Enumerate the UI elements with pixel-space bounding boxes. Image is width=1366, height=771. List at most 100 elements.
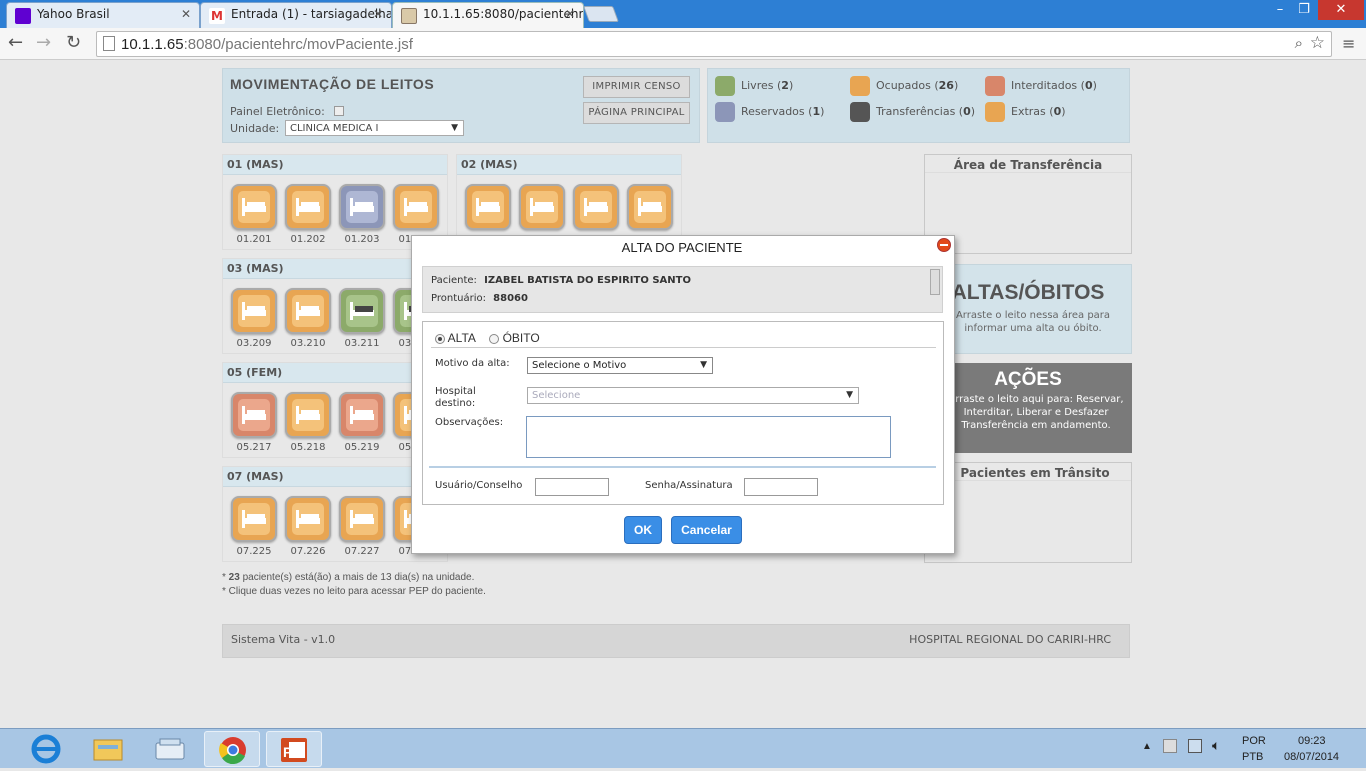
hospital-select[interactable]: Selecione ▼ bbox=[527, 387, 859, 404]
painel-checkbox[interactable] bbox=[334, 106, 344, 116]
bed-label: 03.211 bbox=[344, 338, 380, 349]
volume-icon[interactable]: 🔈︎ bbox=[1212, 737, 1220, 754]
clock-time[interactable]: 09:23 bbox=[1298, 735, 1326, 747]
tab-yahoo[interactable]: Yahoo Brasil ✕ bbox=[6, 2, 200, 28]
bed-icon bbox=[296, 198, 320, 216]
altas-obitos-dropzone[interactable]: ALTAS/ÓBITOS Arraste o leito nessa área … bbox=[924, 264, 1132, 354]
keyboard-layout[interactable]: PTB bbox=[1242, 751, 1263, 763]
transfer-area[interactable]: Área de Transferência bbox=[924, 154, 1132, 254]
acoes-dropzone[interactable]: AÇÕES Arraste o leito aqui para: Reserva… bbox=[924, 363, 1132, 453]
bed-tile[interactable] bbox=[231, 496, 277, 542]
radio-alta[interactable] bbox=[435, 333, 445, 344]
usuario-label: Usuário/Conselho bbox=[435, 480, 523, 491]
internet-explorer-icon[interactable] bbox=[18, 731, 74, 767]
bed-tile[interactable] bbox=[339, 392, 385, 438]
bed-tile[interactable] bbox=[393, 184, 439, 230]
observacoes-textarea[interactable] bbox=[526, 416, 891, 458]
bed-label: 05.218 bbox=[290, 442, 326, 453]
network-icon[interactable] bbox=[1188, 739, 1202, 753]
prontuario-label: Prontuário: bbox=[431, 293, 486, 304]
print-census-button[interactable]: IMPRIMIR CENSO bbox=[583, 76, 690, 98]
window-close-icon[interactable]: ✕ bbox=[1318, 0, 1364, 20]
bed-tile[interactable] bbox=[285, 288, 331, 334]
footnote-line2: * Clique duas vezes no leito para acessa… bbox=[222, 586, 486, 597]
powerpoint-icon[interactable]: P bbox=[266, 731, 322, 767]
close-icon[interactable] bbox=[937, 238, 951, 252]
home-page-button[interactable]: PÁGINA PRINCIPAL bbox=[583, 102, 690, 124]
prontuario-value: 88060 bbox=[493, 293, 528, 304]
bed-label: 07.226 bbox=[290, 546, 326, 557]
bed-icon bbox=[296, 406, 320, 424]
bed-icon bbox=[638, 198, 662, 216]
menu-icon[interactable]: ≡ bbox=[1342, 34, 1355, 53]
action-center-icon[interactable] bbox=[1163, 739, 1177, 753]
bed-tile[interactable] bbox=[573, 184, 619, 230]
bed-tile[interactable] bbox=[339, 496, 385, 542]
transit-area[interactable]: Pacientes em Trânsito bbox=[924, 462, 1132, 563]
footnotes: * 23 paciente(s) está(ão) a mais de 13 d… bbox=[222, 571, 486, 599]
bed-label: 05.217 bbox=[236, 442, 272, 453]
bed-tile[interactable] bbox=[231, 392, 277, 438]
unidade-select[interactable]: CLINICA MEDICA I ▼ bbox=[285, 120, 464, 136]
paciente-label: Paciente: bbox=[431, 275, 477, 286]
bed-tile[interactable] bbox=[339, 288, 385, 334]
tab-paciente[interactable]: 10.1.1.65:8080/pacientehrc ✕ bbox=[392, 2, 584, 28]
bed-tile[interactable] bbox=[285, 496, 331, 542]
scanner-icon[interactable] bbox=[142, 731, 198, 767]
chevron-down-icon: ▼ bbox=[700, 360, 707, 370]
unidade-label: Unidade: bbox=[230, 122, 280, 135]
address-bar[interactable]: 10.1.1.65:8080/pacientehrc/movPaciente.j… bbox=[96, 31, 1332, 57]
bed-label: 07.227 bbox=[344, 546, 380, 557]
show-hidden-icons[interactable]: ▲ bbox=[1142, 741, 1152, 752]
chrome-icon[interactable] bbox=[204, 731, 260, 767]
language-indicator[interactable]: POR bbox=[1242, 735, 1266, 747]
bed-tile[interactable] bbox=[285, 392, 331, 438]
ward-title: 02 (MAS) bbox=[457, 155, 681, 175]
senha-input[interactable] bbox=[744, 478, 818, 496]
page-icon bbox=[401, 8, 417, 24]
radio-obito[interactable] bbox=[489, 333, 500, 344]
bed-icon bbox=[350, 406, 374, 424]
bed-label: 01.203 bbox=[344, 234, 380, 245]
acoes-text: Arraste o leito aqui para: Reservar, Int… bbox=[948, 394, 1124, 431]
bed-icon bbox=[296, 302, 320, 320]
url-host: 10.1.1.65 bbox=[121, 36, 184, 53]
bed-tile[interactable] bbox=[339, 184, 385, 230]
motivo-select[interactable]: Selecione o Motivo ▼ bbox=[527, 357, 713, 374]
bed-label: 07.225 bbox=[236, 546, 272, 557]
bed-tile[interactable] bbox=[285, 184, 331, 230]
new-tab-button[interactable] bbox=[583, 6, 619, 22]
close-icon[interactable]: ✕ bbox=[373, 7, 383, 21]
scrollbar[interactable] bbox=[930, 269, 940, 295]
restore-icon[interactable]: ❐ bbox=[1292, 0, 1316, 20]
close-icon[interactable]: ✕ bbox=[181, 7, 191, 21]
chevron-down-icon: ▼ bbox=[451, 123, 458, 133]
bed-tile[interactable] bbox=[231, 184, 277, 230]
unidade-value: CLINICA MEDICA I bbox=[290, 123, 379, 134]
tab-gmail[interactable]: M Entrada (1) - tarsiagadelha ✕ bbox=[200, 2, 392, 28]
reload-icon[interactable]: ↻ bbox=[66, 32, 81, 53]
motivo-label: Motivo da alta: bbox=[435, 358, 510, 369]
bed-tile[interactable] bbox=[627, 184, 673, 230]
bed-icon bbox=[242, 406, 266, 424]
usuario-input[interactable] bbox=[535, 478, 609, 496]
bed-label: 01.202 bbox=[290, 234, 326, 245]
cancel-button[interactable]: Cancelar bbox=[671, 516, 742, 544]
file-explorer-icon[interactable] bbox=[80, 731, 136, 767]
bookmark-star-icon[interactable]: ☆ bbox=[1310, 33, 1325, 53]
bed-tile[interactable] bbox=[231, 288, 277, 334]
back-icon[interactable]: ← bbox=[8, 32, 23, 53]
bed-tile[interactable] bbox=[519, 184, 565, 230]
zoom-icon[interactable]: ⌕ bbox=[1295, 34, 1303, 52]
clock-date[interactable]: 08/07/2014 bbox=[1284, 751, 1339, 763]
legend-interditados: Interditados (0) bbox=[985, 76, 1097, 96]
footer-hospital: HOSPITAL REGIONAL DO CARIRI-HRC bbox=[909, 633, 1111, 646]
bed-tile[interactable] bbox=[465, 184, 511, 230]
ok-button[interactable]: OK bbox=[624, 516, 662, 544]
bed-icon bbox=[715, 102, 735, 122]
bed-icon bbox=[350, 510, 374, 528]
minimize-icon[interactable]: – bbox=[1268, 0, 1292, 20]
forward-icon[interactable]: → bbox=[36, 32, 51, 53]
close-icon[interactable]: ✕ bbox=[565, 7, 575, 21]
bed-icon bbox=[296, 510, 320, 528]
